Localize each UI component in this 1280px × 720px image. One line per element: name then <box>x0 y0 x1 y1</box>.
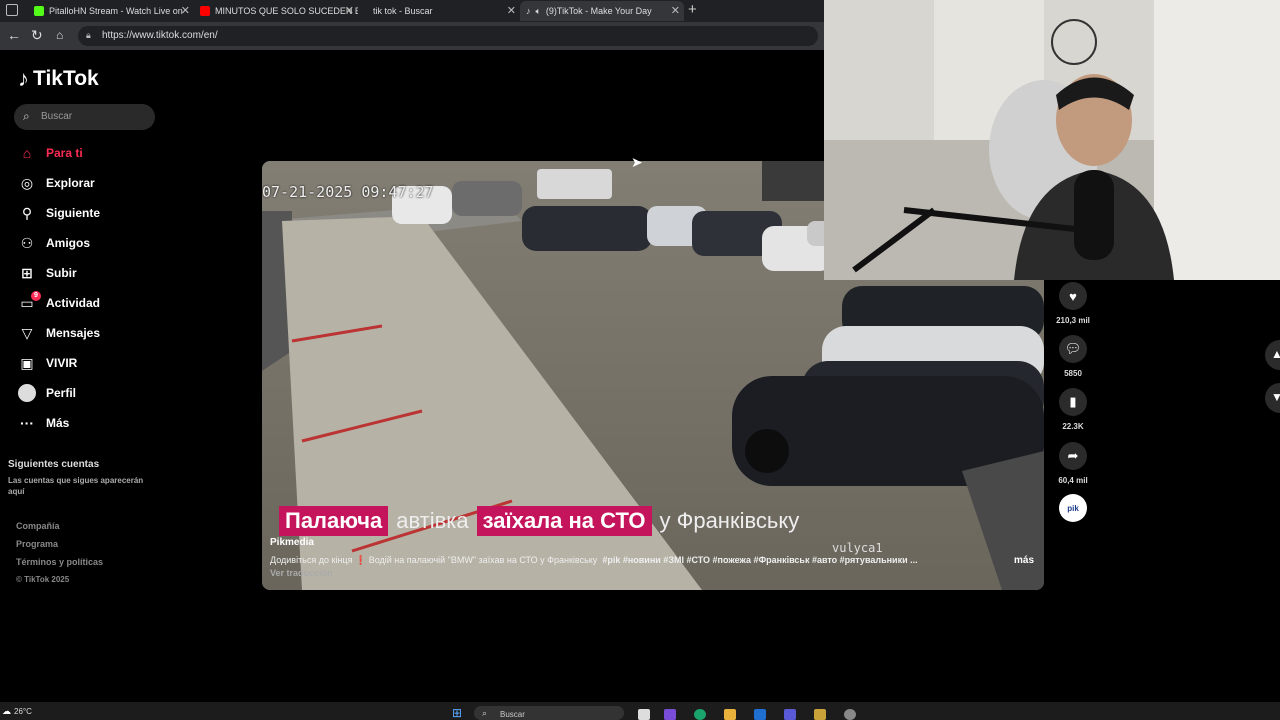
webcam-overlay <box>824 0 1280 280</box>
sidebar-item-explorar[interactable]: ◎ Explorar <box>18 171 95 195</box>
close-tab-icon[interactable]: ✕ <box>345 4 354 17</box>
messages-icon: ▽ <box>21 324 33 341</box>
profile-avatar <box>18 384 36 402</box>
edge-browser-icon[interactable] <box>694 709 706 720</box>
search-icon: ⌕ <box>482 708 488 718</box>
sidebar-item-perfil[interactable]: Perfil <box>18 381 76 405</box>
windows-start-icon[interactable]: ⊞ <box>452 706 462 720</box>
share-icon[interactable]: ➦ <box>1059 442 1087 470</box>
lock-icon: 🔒︎ <box>86 30 91 40</box>
url-input[interactable]: 🔒︎ https://www.tiktok.com/en/ <box>78 26 818 46</box>
bing-icon <box>364 6 368 16</box>
home-icon[interactable]: ⌂ <box>56 28 63 42</box>
weather-temperature[interactable]: 26°C <box>14 707 32 716</box>
tiktok-logo[interactable]: ♪ TikTok <box>18 66 99 92</box>
more-description-button[interactable]: más <box>1014 555 1034 566</box>
video-hashtags[interactable]: #pik #новини #ЗМІ #СТО #пожежа #Франківс… <box>602 555 917 565</box>
new-tab-button[interactable]: + <box>688 1 697 18</box>
kick-icon <box>34 6 44 16</box>
address-bar-row: ← ↻ ⌂ 🔒︎ https://www.tiktok.com/en/ <box>0 22 824 50</box>
sidebar-item-siguiente[interactable]: ⚲ Siguiente <box>18 201 100 225</box>
home-icon: ⌂ <box>22 145 32 161</box>
save-action[interactable]: ▮ 22.3K <box>1054 388 1092 431</box>
sidebar-item-mensajes[interactable]: ▽ Mensajes <box>18 321 100 345</box>
compass-icon: ◎ <box>20 174 34 191</box>
sidebar-item-vivir[interactable]: ▣ VIVIR <box>18 351 77 375</box>
sidebar-item-para-ti[interactable]: ⌂ Para ti <box>18 141 83 165</box>
footer-link-company[interactable]: Compañía <box>16 521 60 531</box>
like-count: 210,3 mil <box>1056 316 1090 325</box>
weather-icon: ☁︎ <box>2 706 11 716</box>
sidebar-item-actividad[interactable]: ▭ 9 Actividad <box>18 291 100 315</box>
outlook-icon[interactable] <box>754 709 766 720</box>
more-icon: ··· <box>20 415 34 431</box>
video-description: Додивіться до кінця ❗ Водій на палаючій … <box>270 555 918 565</box>
teams-icon[interactable] <box>784 709 796 720</box>
tiktok-icon: ♪ <box>526 6 531 16</box>
video-watermark: vulyca1 <box>832 541 883 555</box>
window-menu-icon[interactable] <box>6 4 18 16</box>
youtube-icon <box>200 6 210 16</box>
close-tab-icon[interactable]: ✕ <box>671 4 680 17</box>
webcam-feed <box>824 0 1280 280</box>
red-dot-icon: ❗ <box>354 555 369 565</box>
share-count: 60,4 mil <box>1058 476 1088 485</box>
search-icon: ⌕ <box>23 109 30 123</box>
camera-timestamp: 07-21-2025 09:47:27 <box>262 183 434 201</box>
creator-avatar[interactable]: pik <box>1059 494 1087 522</box>
obs-icon[interactable] <box>844 709 856 720</box>
following-icon: ⚲ <box>21 204 33 221</box>
taskbar-search[interactable]: ⌕ Buscar <box>474 706 624 720</box>
footer-link-program[interactable]: Programa <box>16 539 58 549</box>
live-icon: ▣ <box>20 354 34 371</box>
following-empty-text: Las cuentas que sigues aparecerán aquí <box>8 476 144 496</box>
copilot-icon[interactable] <box>664 709 676 720</box>
previous-video-button[interactable]: ▲ <box>1265 340 1280 370</box>
save-count: 22.3K <box>1062 422 1084 431</box>
browser-tab-active[interactable]: ♪ 🔈︎ (9)TikTok - Make Your Day ✕ <box>520 1 684 21</box>
speaker-icon[interactable]: 🔈︎ <box>536 6 541 17</box>
mouse-cursor-icon: ➤ <box>631 154 643 170</box>
windows-taskbar: ☁︎ 26°C ⊞ ⌕ Buscar <box>0 702 1280 720</box>
close-tab-icon[interactable]: ✕ <box>181 4 190 17</box>
next-video-button[interactable]: ▼ <box>1265 383 1280 413</box>
browser-tab-bar: PitalloHN Stream - Watch Live on ✕ MINUT… <box>0 0 824 22</box>
heart-icon[interactable]: ♥ <box>1059 282 1087 310</box>
video-caption-overlay: Палаюча автівка заїхала на СТО у Франків… <box>279 506 799 536</box>
sidebar-item-mas[interactable]: ··· Más <box>18 411 69 435</box>
browser-tab[interactable]: PitalloHN Stream - Watch Live on ✕ <box>28 1 194 21</box>
share-action[interactable]: ➦ 60,4 mil <box>1054 442 1092 485</box>
translate-link[interactable]: Ver traducción <box>270 568 333 578</box>
sidebar-item-subir[interactable]: ⊞ Subir <box>18 261 77 285</box>
comment-count: 5850 <box>1064 369 1082 378</box>
browser-tab[interactable]: tik tok - Buscar ✕ <box>358 1 520 21</box>
bookmark-icon[interactable]: ▮ <box>1059 388 1087 416</box>
task-view-icon[interactable] <box>638 709 650 720</box>
back-icon[interactable]: ← <box>7 27 21 43</box>
notification-badge: 9 <box>31 291 41 301</box>
browser-tab[interactable]: MINUTOS QUE SOLO SUCEDEN E ✕ <box>194 1 358 21</box>
footer-copyright: © TikTok 2025 <box>16 575 70 584</box>
reload-icon[interactable]: ↻ <box>31 27 43 44</box>
like-action[interactable]: ♥ 210,3 mil <box>1054 282 1092 325</box>
friends-icon: ⚇ <box>20 234 34 251</box>
footer-link-terms[interactable]: Términos y políticas <box>16 557 103 567</box>
search-input[interactable]: ⌕ Buscar <box>14 104 155 130</box>
file-explorer-icon[interactable] <box>724 709 736 720</box>
comment-action[interactable]: 💬︎ 5850 <box>1054 335 1092 378</box>
sidebar-item-amigos[interactable]: ⚇ Amigos <box>18 231 90 255</box>
comment-icon[interactable]: 💬︎ <box>1059 335 1087 363</box>
app-icon[interactable] <box>814 709 826 720</box>
upload-icon: ⊞ <box>21 264 33 281</box>
tiktok-note-icon: ♪ <box>18 66 29 91</box>
close-tab-icon[interactable]: ✕ <box>507 4 516 17</box>
following-heading: Siguientes cuentas <box>8 459 100 470</box>
video-author[interactable]: Pikmedia <box>270 537 314 548</box>
